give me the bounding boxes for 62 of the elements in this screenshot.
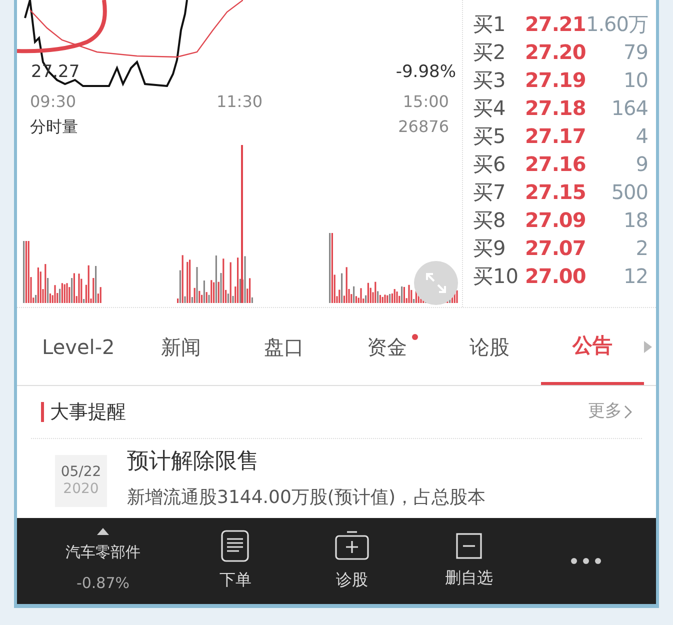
bid-volume: 164 [610, 98, 649, 118]
bid-level: 买1 [473, 14, 507, 34]
bid-price: 27.07 [525, 238, 583, 258]
time-label: 15:00 [402, 91, 449, 113]
tab[interactable]: 公告 [541, 308, 644, 385]
bid-level: 买7 [473, 182, 507, 202]
bid-price: 27.19 [525, 70, 583, 90]
tab[interactable]: 论股 [438, 308, 542, 385]
bid-volume: 1.60万 [585, 14, 649, 34]
time-label: 11:30 [216, 91, 263, 113]
right-caret-icon [644, 340, 652, 352]
sector-name: 汽车零部件 [66, 542, 140, 563]
bid-price: 27.15 [525, 182, 583, 202]
bid-volume: 18 [622, 210, 649, 230]
bid-price: 27.17 [525, 126, 583, 146]
bid-level: 买2 [473, 42, 507, 62]
up-triangle-icon [97, 528, 109, 535]
bid-volume: 2 [634, 238, 649, 258]
volume-title: 分时量 [30, 116, 78, 138]
bid-price: 27.21 [525, 14, 583, 34]
toolbar-button[interactable]: 删自选 [410, 532, 528, 590]
bid-level: 买4 [473, 98, 507, 118]
bid-volume: 12 [622, 266, 649, 286]
bid-price: 27.09 [525, 210, 583, 230]
bid-price: 27.20 [525, 42, 583, 62]
bid-volume: 10 [622, 70, 649, 90]
bid-level: 买10 [473, 266, 520, 286]
more-icon [570, 557, 602, 565]
time-label: 09:30 [30, 91, 76, 113]
section-title: 大事提醒 [50, 400, 126, 425]
toolbar-button[interactable]: 下单 [177, 530, 294, 592]
event-title: 预计解除限售 [127, 448, 260, 476]
chevron-right-icon [624, 405, 632, 419]
bid-volume: 4 [634, 126, 649, 146]
bid-volume: 9 [634, 154, 649, 174]
minus-square-icon [454, 532, 483, 560]
bid-price: 27.16 [525, 154, 583, 174]
tab[interactable]: 资金 [335, 308, 438, 385]
bid-level: 买5 [473, 126, 507, 146]
document-icon [220, 530, 250, 562]
tab[interactable]: 盘口 [232, 308, 336, 385]
bid-price: 27.18 [525, 98, 583, 118]
bid-price: 27.00 [525, 266, 583, 286]
bid-level: 买9 [473, 238, 507, 258]
event-description: 新增流通股3144.00万股(预计值)，占总股本 [127, 486, 486, 510]
sector-change: -0.87% [76, 572, 130, 594]
volume-value: 26876 [398, 116, 449, 138]
toolbar-button[interactable]: 诊股 [294, 530, 410, 592]
tab[interactable]: Level-2 [27, 308, 130, 385]
event-date: 05/22 [60, 464, 102, 481]
expand-icon [425, 272, 447, 294]
expand-button[interactable] [414, 261, 458, 305]
bid-level: 买6 [473, 154, 507, 174]
change-label: -9.98% [396, 61, 456, 84]
bid-level: 买8 [473, 210, 507, 230]
section-marker [41, 402, 44, 422]
tab[interactable]: 新闻 [130, 308, 233, 385]
bid-level: 买3 [473, 70, 507, 90]
bid-volume: 500 [610, 182, 649, 202]
event-year: 2020 [63, 481, 99, 498]
bid-volume: 79 [622, 42, 649, 62]
medical-kit-icon [334, 530, 370, 562]
